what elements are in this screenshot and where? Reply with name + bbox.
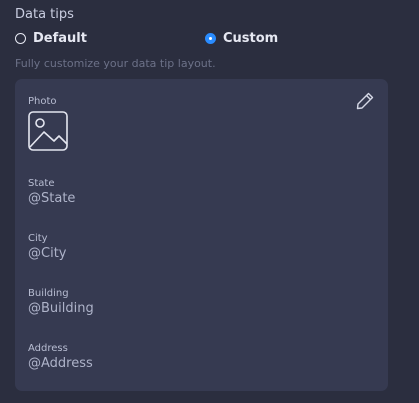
data-tip-preview-card: Photo State @State City @City Building @… bbox=[15, 79, 388, 391]
field-label: City bbox=[28, 233, 48, 244]
field-value: @Address bbox=[28, 356, 93, 371]
field-state: State @State bbox=[28, 178, 75, 206]
field-address: Address @Address bbox=[28, 343, 93, 371]
radio-label-default: Default bbox=[33, 31, 87, 46]
edit-button[interactable] bbox=[355, 91, 375, 111]
radio-button-custom[interactable] bbox=[205, 33, 216, 44]
field-label: State bbox=[28, 178, 55, 189]
radio-default[interactable]: Default bbox=[15, 31, 87, 46]
radio-custom[interactable]: Custom bbox=[205, 31, 278, 46]
field-value: @State bbox=[28, 191, 76, 206]
section-title: Data tips bbox=[15, 7, 74, 22]
field-value: @City bbox=[28, 246, 67, 261]
field-label: Address bbox=[28, 343, 68, 354]
field-building: Building @Building bbox=[28, 288, 94, 316]
image-placeholder-icon bbox=[28, 111, 68, 151]
field-photo: Photo bbox=[28, 96, 57, 107]
field-city: City @City bbox=[28, 233, 66, 261]
radio-button-default[interactable] bbox=[15, 33, 26, 44]
field-value: @Building bbox=[28, 301, 94, 316]
radio-label-custom: Custom bbox=[223, 31, 279, 46]
photo-label: Photo bbox=[28, 96, 57, 107]
field-label: Building bbox=[28, 288, 69, 299]
helper-text: Fully customize your data tip layout. bbox=[15, 57, 216, 70]
pencil-icon bbox=[356, 92, 374, 110]
